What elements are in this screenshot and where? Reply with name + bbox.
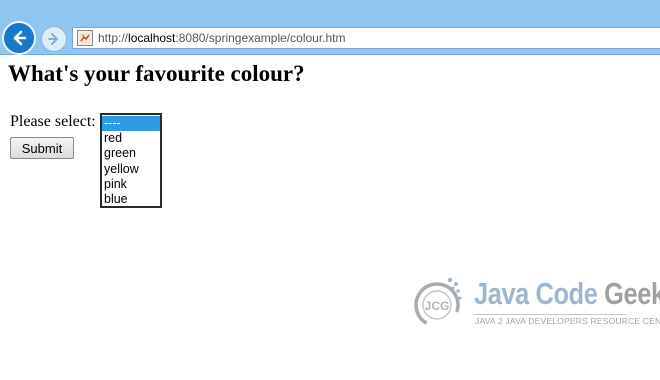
url-prefix: http:// (98, 31, 129, 45)
logo-wordmark-java-code: Java Code (474, 276, 598, 311)
forward-button[interactable] (41, 26, 67, 52)
listbox-option-pink[interactable]: pink (102, 177, 160, 192)
arrow-right-icon (48, 33, 58, 45)
listbox-option-blue[interactable]: blue (102, 192, 160, 207)
jcg-logo-icon: JCG (414, 277, 462, 328)
address-bar[interactable]: http://localhost:8080/springexample/colo… (72, 27, 660, 49)
listbox-option-red[interactable]: red (102, 131, 160, 146)
address-url: http://localhost:8080/springexample/colo… (98, 31, 346, 45)
colour-select-label: Please select: (10, 113, 96, 130)
logo-wordmark: Java Code Geeks (474, 276, 660, 312)
browser-toolbar: http://localhost:8080/springexample/colo… (0, 0, 660, 55)
listbox-option-green[interactable]: green (102, 146, 160, 161)
arrow-left-icon (13, 30, 27, 46)
java-code-geeks-logo: JCG Java Code Geeks JAVA 2 JAVA DEVELOPE… (408, 270, 660, 336)
listbox-option-yellow[interactable]: yellow (102, 162, 160, 177)
colour-listbox[interactable]: ---- red green yellow pink blue (100, 113, 162, 208)
page-title: What's your favourite colour? (8, 61, 305, 86)
logo-wordmark-geeks: Geeks (604, 276, 660, 311)
submit-button[interactable]: Submit (10, 137, 74, 159)
logo-divider (474, 314, 626, 315)
logo-tagline: JAVA 2 JAVA DEVELOPERS RESOURCE CENTER (475, 316, 660, 326)
url-host: localhost (128, 31, 176, 45)
listbox-option-placeholder[interactable]: ---- (102, 116, 160, 132)
url-path: :8080/springexample/colour.htm (175, 31, 346, 45)
back-button[interactable] (2, 21, 36, 55)
page-favicon-icon (77, 30, 93, 46)
svg-text:JCG: JCG (425, 299, 450, 313)
